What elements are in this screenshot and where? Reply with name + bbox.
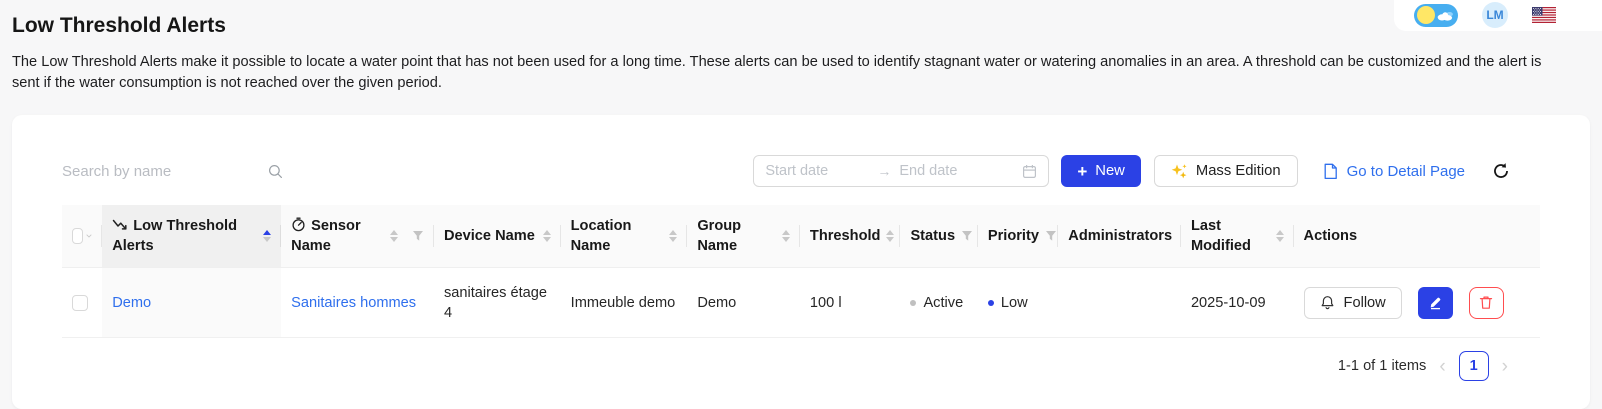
table-row: Demo Sanitaires hommes sanitaires étage … [62, 268, 1540, 338]
table-header-row: Low Threshold Alerts Sensor Name Device … [62, 205, 1540, 268]
last-modified-cell: 2025-10-09 [1180, 268, 1294, 338]
mass-edition-button[interactable]: Mass Edition [1153, 155, 1298, 187]
sensor-name-link[interactable]: Sanitaires hommes [291, 295, 416, 311]
search-box [62, 156, 287, 186]
page-title: Low Threshold Alerts [12, 14, 226, 37]
page-header: Low Threshold Alerts The Low Threshold A… [0, 0, 1602, 94]
sort-icons [669, 230, 678, 242]
pagination-summary: 1-1 of 1 items [1337, 358, 1427, 374]
sparkles-icon [1171, 163, 1187, 178]
next-page-icon[interactable]: › [1502, 357, 1508, 376]
start-date-input[interactable] [765, 163, 878, 179]
edit-button[interactable] [1417, 286, 1453, 319]
theme-toggle[interactable] [1414, 3, 1458, 27]
search-input[interactable] [62, 156, 287, 186]
filter-icon[interactable] [961, 230, 973, 242]
end-date-input[interactable] [899, 163, 1012, 179]
status-cell: Active [900, 268, 978, 338]
column-header-administrators: Administrators [1058, 205, 1181, 268]
sort-icons [542, 230, 551, 242]
column-header-status[interactable]: Status [900, 205, 978, 268]
sensor-name-cell: Sanitaires hommes [281, 268, 434, 338]
device-name-cell: sanitaires étage 4 [433, 268, 561, 338]
avatar[interactable]: LM [1482, 2, 1508, 28]
page-description: The Low Threshold Alerts make it possibl… [12, 54, 1542, 91]
bell-icon [1321, 296, 1333, 310]
trash-icon [1480, 296, 1493, 309]
toolbar-right: → + New [753, 155, 1540, 187]
column-header-sensor-name[interactable]: Sensor Name [281, 205, 434, 268]
select-all-checkbox[interactable] [72, 228, 84, 244]
sort-icons [389, 230, 398, 242]
sort-icons [263, 230, 272, 242]
go-to-detail-page-link[interactable]: Go to Detail Page [1323, 163, 1465, 180]
date-range-picker[interactable]: → [753, 155, 1050, 187]
row-checkbox[interactable] [72, 294, 88, 311]
follow-button[interactable]: Follow [1303, 286, 1402, 319]
document-icon [1324, 163, 1337, 179]
filter-icon[interactable] [1045, 230, 1057, 242]
threshold-cell: 100 l [799, 268, 901, 338]
toolbar: → + New [62, 155, 1540, 187]
group-name-cell: Demo [687, 268, 800, 338]
us-flag-icon[interactable] [1532, 7, 1556, 23]
calendar-icon [1023, 164, 1037, 178]
column-header-group-name[interactable]: Group Name [687, 205, 800, 268]
column-header-last-modified[interactable]: Last Modified [1180, 205, 1294, 268]
alerts-card: → + New [12, 115, 1590, 409]
gauge-icon [292, 217, 305, 232]
select-all-header [62, 205, 103, 268]
column-header-location-name[interactable]: Location Name [560, 205, 688, 268]
delete-button[interactable] [1468, 286, 1504, 319]
priority-dot [987, 299, 994, 306]
sun-icon [1417, 6, 1435, 24]
new-button[interactable]: + New [1061, 155, 1141, 187]
sort-icons [1275, 230, 1284, 242]
arrow-right-icon: → [877, 163, 892, 179]
column-header-actions: Actions [1293, 205, 1540, 268]
sort-icons [781, 230, 790, 242]
previous-page-icon[interactable]: ‹ [1439, 357, 1445, 376]
pencil-icon [1430, 297, 1441, 310]
filter-icon[interactable] [412, 230, 424, 242]
column-header-priority[interactable]: Priority [977, 205, 1059, 268]
alert-name-link[interactable]: Demo [112, 295, 151, 311]
priority-cell: Low [977, 268, 1059, 338]
cloud-icon [1437, 11, 1453, 21]
pagination: 1-1 of 1 items ‹ 1 › [62, 338, 1540, 381]
location-name-cell: Immeuble demo [560, 268, 688, 338]
column-header-device-name[interactable]: Device Name [433, 205, 561, 268]
column-header-threshold[interactable]: Threshold [799, 205, 901, 268]
plus-icon: + [1077, 161, 1088, 181]
alerts-table: Low Threshold Alerts Sensor Name Device … [62, 205, 1540, 338]
sort-icons [886, 230, 895, 242]
column-header-low-threshold-alerts[interactable]: Low Threshold Alerts [102, 205, 282, 268]
alert-name-cell: Demo [102, 268, 282, 338]
refresh-icon[interactable] [1492, 162, 1510, 180]
current-page-button[interactable]: 1 [1458, 351, 1489, 381]
row-select-cell [62, 268, 103, 338]
selection-dropdown-icon[interactable] [86, 233, 92, 239]
topbar-widget: LM [1394, 0, 1602, 31]
search-icon [268, 164, 282, 178]
administrators-cell [1058, 268, 1181, 338]
actions-cell: Follow [1293, 268, 1540, 338]
trend-down-icon [112, 219, 127, 230]
page: LM Low Threshold Alerts The Low Threshol… [0, 0, 1602, 409]
status-dot [910, 299, 917, 306]
